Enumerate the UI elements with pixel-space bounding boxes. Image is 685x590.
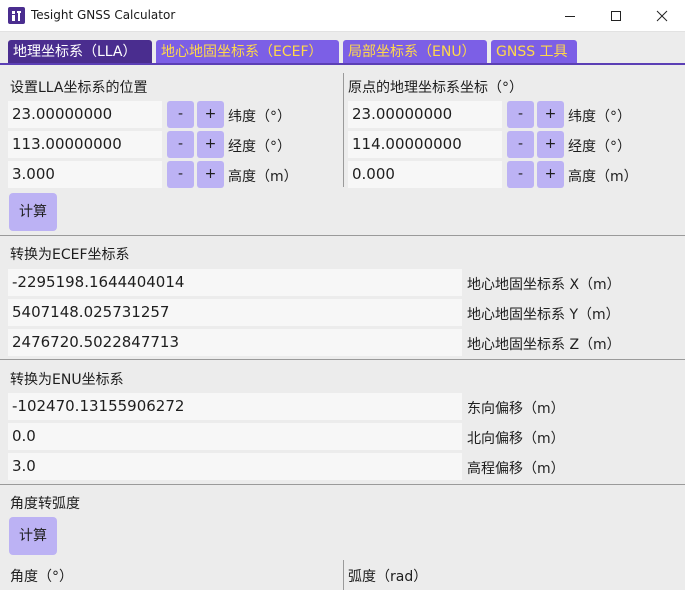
origin-latitude-input[interactable] <box>348 101 502 128</box>
divider <box>0 359 685 360</box>
tab-gnss-tools[interactable]: GNSS 工具 <box>491 40 577 64</box>
lla-latitude-decrement[interactable]: - <box>167 101 194 128</box>
ecef-y-label: 地心地固坐标系 Y（m） <box>467 307 620 323</box>
title-bar[interactable]: Tesight GNSS Calculator <box>0 0 685 32</box>
lla-section-title: 设置LLA坐标系的位置 <box>10 80 148 96</box>
divider <box>0 235 685 236</box>
enu-north-output[interactable] <box>8 423 462 450</box>
origin-altitude-input[interactable] <box>348 161 502 188</box>
section-divider-vertical <box>343 73 344 187</box>
tab-divider <box>0 63 685 65</box>
lla-altitude-decrement[interactable]: - <box>167 161 194 188</box>
section-divider-vertical <box>343 560 344 590</box>
lla-latitude-input[interactable] <box>8 101 162 128</box>
lla-longitude-label: 经度（°） <box>228 139 291 155</box>
origin-section-title: 原点的地理坐标系坐标（°） <box>348 80 523 96</box>
radian-label: 弧度（rad） <box>348 569 428 585</box>
enu-east-output[interactable] <box>8 393 462 420</box>
lla-altitude-increment[interactable]: + <box>197 161 224 188</box>
lla-altitude-input[interactable] <box>8 161 162 188</box>
close-icon <box>656 10 668 22</box>
angle-section-title: 角度转弧度 <box>10 496 80 512</box>
lla-altitude-label: 高度（m） <box>228 169 298 185</box>
close-button[interactable] <box>639 0 685 32</box>
lla-latitude-label: 纬度（°） <box>228 109 291 125</box>
ecef-z-label: 地心地固坐标系 Z（m） <box>467 337 621 353</box>
enu-east-label: 东向偏移（m） <box>467 401 565 417</box>
origin-latitude-increment[interactable]: + <box>537 101 564 128</box>
ecef-x-label: 地心地固坐标系 X（m） <box>467 277 621 293</box>
origin-altitude-increment[interactable]: + <box>537 161 564 188</box>
lla-longitude-increment[interactable]: + <box>197 131 224 158</box>
origin-altitude-decrement[interactable]: - <box>507 161 534 188</box>
origin-longitude-decrement[interactable]: - <box>507 131 534 158</box>
ecef-section-title: 转换为ECEF坐标系 <box>10 247 130 263</box>
lla-longitude-decrement[interactable]: - <box>167 131 194 158</box>
maximize-icon <box>611 11 621 21</box>
origin-longitude-increment[interactable]: + <box>537 131 564 158</box>
maximize-button[interactable] <box>593 0 639 32</box>
ecef-y-output[interactable] <box>8 299 462 326</box>
window-title: Tesight GNSS Calculator <box>31 8 176 22</box>
minimize-button[interactable] <box>547 0 593 32</box>
enu-section-title: 转换为ENU坐标系 <box>10 372 124 388</box>
tab-enu[interactable]: 局部坐标系（ENU） <box>343 40 487 64</box>
degree-label: 角度（°） <box>10 569 73 585</box>
origin-longitude-label: 经度（°） <box>568 139 631 155</box>
ecef-x-output[interactable] <box>8 269 462 296</box>
origin-latitude-label: 纬度（°） <box>568 109 631 125</box>
enu-up-output[interactable] <box>8 453 462 480</box>
lla-longitude-input[interactable] <box>8 131 162 158</box>
origin-longitude-input[interactable] <box>348 131 502 158</box>
minimize-icon <box>565 16 575 17</box>
lla-latitude-increment[interactable]: + <box>197 101 224 128</box>
enu-north-label: 北向偏移（m） <box>467 431 565 447</box>
calculate-button[interactable]: 计算 <box>9 193 57 231</box>
angle-calculate-button[interactable]: 计算 <box>9 517 57 555</box>
tab-ecef[interactable]: 地心地固坐标系（ECEF） <box>156 40 339 64</box>
app-icon <box>8 7 25 24</box>
enu-up-label: 高程偏移（m） <box>467 461 565 477</box>
origin-latitude-decrement[interactable]: - <box>507 101 534 128</box>
tab-bar: 地理坐标系（LLA） 地心地固坐标系（ECEF） 局部坐标系（ENU） GNSS… <box>0 40 685 64</box>
origin-altitude-label: 高度（m） <box>568 169 638 185</box>
tab-lla[interactable]: 地理坐标系（LLA） <box>8 40 152 64</box>
divider <box>0 484 685 485</box>
ecef-z-output[interactable] <box>8 329 462 356</box>
